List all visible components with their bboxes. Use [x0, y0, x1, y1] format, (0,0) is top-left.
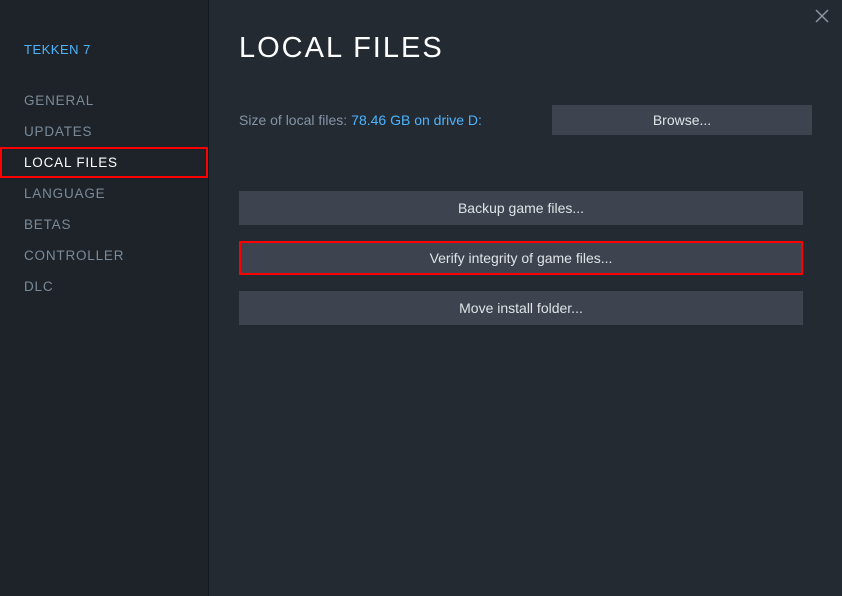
game-title: TEKKEN 7 — [0, 42, 208, 57]
sidebar-item-controller[interactable]: CONTROLLER — [0, 240, 208, 271]
sidebar-item-dlc[interactable]: DLC — [0, 271, 208, 302]
page-title: LOCAL FILES — [239, 32, 812, 65]
size-label: Size of local files: — [239, 112, 347, 128]
sidebar-item-language[interactable]: LANGUAGE — [0, 178, 208, 209]
close-button[interactable] — [814, 8, 830, 24]
close-icon — [814, 8, 830, 24]
sidebar-item-updates[interactable]: UPDATES — [0, 116, 208, 147]
sidebar-item-general[interactable]: GENERAL — [0, 85, 208, 116]
sidebar-item-local-files[interactable]: LOCAL FILES — [0, 147, 208, 178]
size-value: 78.46 GB on drive D: — [351, 112, 482, 128]
move-install-folder-button[interactable]: Move install folder... — [239, 291, 803, 325]
verify-integrity-button[interactable]: Verify integrity of game files... — [239, 241, 803, 275]
sidebar-item-betas[interactable]: BETAS — [0, 209, 208, 240]
backup-game-files-button[interactable]: Backup game files... — [239, 191, 803, 225]
browse-button[interactable]: Browse... — [552, 105, 812, 135]
size-info-row: Size of local files: 78.46 GB on drive D… — [239, 105, 812, 135]
sidebar: TEKKEN 7 GENERAL UPDATES LOCAL FILES LAN… — [0, 0, 208, 596]
main-panel: LOCAL FILES Size of local files: 78.46 G… — [208, 0, 842, 596]
